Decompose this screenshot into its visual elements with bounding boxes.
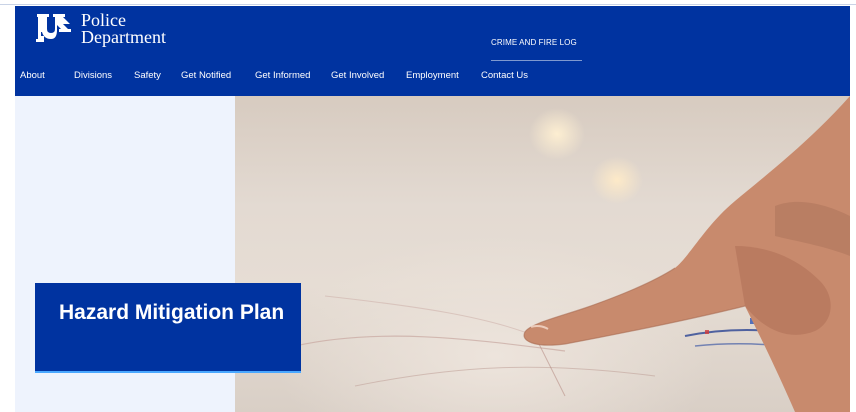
logo-text: Police Department: [81, 11, 166, 47]
hero-map-photo: [235, 96, 850, 412]
page-title: Hazard Mitigation Plan: [59, 301, 285, 324]
nav-employment[interactable]: Employment: [406, 70, 481, 81]
nav-get-informed[interactable]: Get Informed: [255, 70, 331, 81]
nav-about[interactable]: About: [20, 70, 74, 81]
nav-get-notified[interactable]: Get Notified: [181, 70, 255, 81]
hero-banner: Hazard Mitigation Plan: [15, 96, 850, 412]
utility-divider: [491, 60, 582, 61]
nav-contact-us[interactable]: Contact Us: [481, 70, 551, 81]
uk-logo-icon: [36, 14, 71, 42]
uk-police-logo[interactable]: Police Department: [35, 11, 166, 47]
site-header: Police Department CRIME AND FIRE LOG Abo…: [15, 6, 850, 96]
nav-divisions[interactable]: Divisions: [74, 70, 134, 81]
nav-safety[interactable]: Safety: [134, 70, 181, 81]
map-photo-icon: [294, 96, 850, 412]
logo-line-department: Department: [81, 27, 166, 47]
crime-fire-log-link[interactable]: CRIME AND FIRE LOG: [491, 38, 577, 47]
main-nav: About Divisions Safety Get Notified Get …: [20, 70, 551, 81]
nav-get-involved[interactable]: Get Involved: [331, 70, 406, 81]
hero-title-card: Hazard Mitigation Plan: [35, 283, 301, 373]
